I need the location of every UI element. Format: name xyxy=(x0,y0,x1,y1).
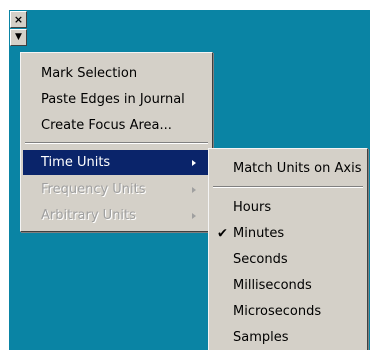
menu-item-label: Samples xyxy=(233,330,289,345)
menu-separator xyxy=(213,186,363,188)
menu-item-label: Seconds xyxy=(233,252,288,267)
menu-item-label: Minutes xyxy=(233,226,285,241)
submenu-item-minutes[interactable]: ✔ Minutes xyxy=(211,221,365,246)
checkmark-icon: ✔ xyxy=(217,226,228,241)
submenu-item-microseconds[interactable]: Microseconds xyxy=(211,299,365,324)
menu-item-label: Hours xyxy=(233,200,272,215)
menu-item-label: Arbitrary Units xyxy=(41,208,136,223)
context-menu: Mark Selection Paste Edges in Journal Cr… xyxy=(20,52,213,232)
menu-item-label: Match Units on Axis xyxy=(233,161,362,176)
submenu-arrow-icon xyxy=(192,186,196,193)
menu-item-label: Mark Selection xyxy=(41,66,138,81)
close-icon: × xyxy=(13,13,24,26)
menu-item-time-units[interactable]: Time Units xyxy=(23,150,210,175)
menu-item-create-focus-area[interactable]: Create Focus Area... xyxy=(23,113,210,138)
menu-dropdown-button[interactable]: ▼ xyxy=(10,29,27,46)
menu-item-label: Time Units xyxy=(41,155,111,170)
submenu-item-samples[interactable]: Samples xyxy=(211,325,365,350)
submenu-arrow-icon xyxy=(192,159,196,166)
menu-item-frequency-units: Frequency Units xyxy=(23,177,210,202)
menu-item-label: Microseconds xyxy=(233,304,322,319)
menu-item-label: Frequency Units xyxy=(41,182,146,197)
close-button[interactable]: × xyxy=(10,11,27,28)
time-units-submenu: Match Units on Axis Hours ✔ Minutes Seco… xyxy=(208,148,368,350)
menu-separator xyxy=(25,142,208,144)
chevron-down-icon: ▼ xyxy=(15,32,22,42)
menu-item-label: Create Focus Area... xyxy=(41,118,172,133)
menu-item-label: Paste Edges in Journal xyxy=(41,92,185,107)
submenu-item-seconds[interactable]: Seconds xyxy=(211,247,365,272)
submenu-item-hours[interactable]: Hours xyxy=(211,195,365,220)
menu-item-arbitrary-units: Arbitrary Units xyxy=(23,203,210,228)
submenu-item-milliseconds[interactable]: Milliseconds xyxy=(211,273,365,298)
menu-item-paste-edges[interactable]: Paste Edges in Journal xyxy=(23,87,210,112)
menu-item-mark-selection[interactable]: Mark Selection xyxy=(23,61,210,86)
menu-item-label: Milliseconds xyxy=(233,278,312,293)
submenu-arrow-icon xyxy=(192,212,196,219)
submenu-item-match-units[interactable]: Match Units on Axis xyxy=(211,156,365,181)
